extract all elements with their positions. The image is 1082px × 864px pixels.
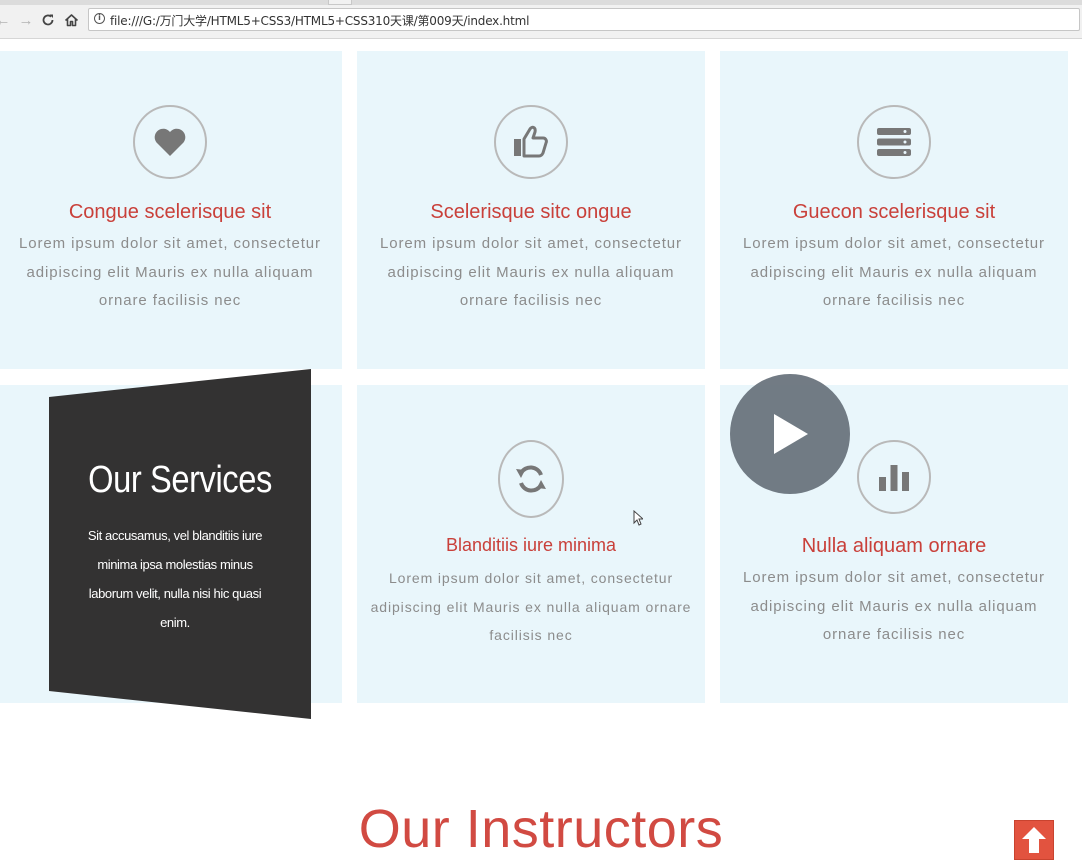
heart-icon [133, 105, 207, 179]
thumbs-up-icon [494, 105, 568, 179]
refresh-icon [498, 440, 564, 518]
service-description: Lorem ipsum dolor sit amet, consectetur … [380, 235, 682, 309]
service-card: Guecon scelerisque sit Lorem ipsum dolor… [720, 51, 1068, 369]
mouse-cursor-icon [633, 510, 643, 526]
tab-strip [0, 0, 1082, 5]
back-to-top-button[interactable] [1014, 820, 1054, 860]
service-description: Lorem ipsum dolor sit amet, consectetur … [743, 235, 1045, 309]
back-icon[interactable]: ← [0, 11, 12, 29]
service-description: Lorem ipsum dolor sit amet, consectetur … [370, 570, 692, 643]
service-title: Guecon scelerisque sit [792, 201, 996, 223]
services-overlay: Our Services Sit accusamus, vel blanditi… [49, 369, 311, 719]
url-text[interactable]: file:///G:/万门大学/HTML5+CSS3/HTML5+CSS310天… [110, 12, 529, 29]
info-icon[interactable]: i [94, 13, 105, 24]
overlay-text: Sit accusamus, vel blanditiis iure minim… [87, 528, 263, 630]
play-icon [774, 414, 808, 454]
home-icon[interactable] [62, 11, 80, 29]
tab[interactable] [328, 0, 352, 5]
server-icon [857, 105, 931, 179]
play-button[interactable] [730, 374, 850, 494]
service-title: Scelerisque sitc ongue [430, 201, 632, 223]
service-title: Nulla aliquam ornare [801, 535, 987, 557]
service-card: Scelerisque sitc ongue Lorem ipsum dolor… [357, 51, 705, 369]
address-bar[interactable]: i file:///G:/万门大学/HTML5+CSS3/HTML5+CSS31… [88, 8, 1080, 31]
service-description: Lorem ipsum dolor sit amet, consectetur … [743, 569, 1045, 643]
bar-chart-icon [857, 440, 931, 514]
browser-toolbar: ← → i file:///G:/万门大学/HTML5+CSS3/HTML5+C… [0, 0, 1082, 39]
reload-icon[interactable] [39, 11, 57, 29]
service-card: Congue scelerisque sit Lorem ipsum dolor… [0, 51, 342, 369]
service-title: Blanditiis iure minima [445, 535, 617, 555]
instructors-heading: Our Instructors [358, 799, 724, 859]
forward-icon[interactable]: → [17, 11, 35, 29]
arrow-up-icon [1022, 827, 1046, 853]
service-title: Congue scelerisque sit [68, 201, 272, 223]
service-description: Lorem ipsum dolor sit amet, consectetur … [19, 235, 321, 309]
overlay-title: Our Services [88, 459, 272, 501]
service-card: Blanditiis iure minima Lorem ipsum dolor… [357, 385, 705, 703]
